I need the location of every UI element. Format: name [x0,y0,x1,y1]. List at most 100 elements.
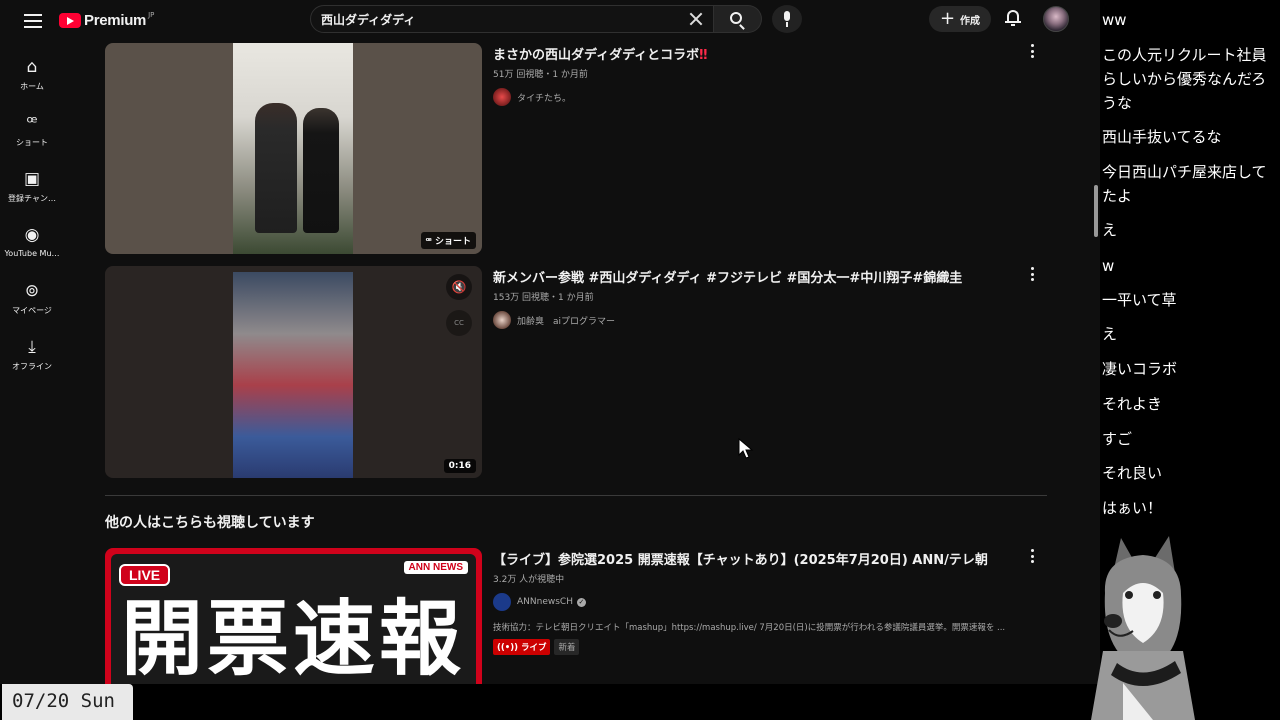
chat-message: すご [1102,430,1133,448]
youtube-window: Premium JP 西山ダディダディ + 作成 ⌂ ホーム ꟹ ショート ▣ … [0,0,1100,684]
search-icon [730,12,742,24]
home-icon: ⌂ [26,57,38,77]
video-views: 51万 回視聴・1 か月前 [493,70,588,80]
more-options-icon[interactable] [1025,43,1039,59]
account-icon: ⊚ [24,281,40,301]
shorts-icon: ꟹ [26,113,38,133]
channel-link[interactable]: 加齢臭 aiプログラマー [493,311,962,329]
channel-link[interactable]: タイチたち。 [493,88,707,106]
sidebar-item-label: 登録チャン… [8,194,56,203]
video-watching: 3.2万 人が視聴中 [493,575,565,585]
thumbnail-headline: 開票速報 [121,592,466,684]
scrollbar[interactable] [1094,185,1098,237]
chat-message: 今日西山パチ屋来店してたよ [1102,163,1267,205]
badge-label: ショート [434,237,471,247]
youtube-music-icon: ◉ [24,225,40,245]
thumbnail-image [233,272,353,478]
channel-link[interactable]: ANNnewsCH ✓ [493,593,1005,611]
captions-icon[interactable]: CC [446,310,472,336]
channel-avatar[interactable] [493,88,511,106]
husky-mascot-image [1091,536,1195,720]
video-title[interactable]: 新メンバー参戦 #西山ダディダディ #フジテレビ #国分太一#中川翔子#錦織圭 [493,267,962,286]
chat-message: ww [1102,11,1127,29]
shorts-badge: ꟹ ショート [420,232,476,249]
clear-search-icon[interactable] [687,10,705,28]
chat-message: え [1102,325,1118,343]
sidebar-item-home[interactable]: ⌂ ホーム [0,48,64,104]
live-badge-label: ライブ [520,643,547,653]
thumbnail-person [255,103,297,233]
sidebar-item-account[interactable]: ⊚ マイページ [0,272,64,328]
search-query: 西山ダディダディ [321,12,416,27]
download-icon: ⤓ [28,337,36,357]
chat-message: この人元リクルート社員らしいから優秀なんだろうな [1102,46,1267,112]
channel-avatar[interactable] [493,593,511,611]
section-divider [105,495,1047,496]
channel-name: タイチたち。 [517,93,572,104]
sidebar-item-label: オフライン [12,362,52,371]
video-meta: まさかの西山ダディダディとコラボ‼ 51万 回視聴・1 か月前 タイチたち。 [493,44,707,106]
sidebar-item-subscriptions[interactable]: ▣ 登録チャン… [0,160,64,216]
video-thumbnail[interactable]: ꟹ ショート [105,43,482,254]
create-button[interactable]: + 作成 [929,6,991,32]
create-label: 作成 [960,15,981,27]
sidebar: ⌂ ホーム ꟹ ショート ▣ 登録チャン… ◉ YouTube Mu… ⊚ マイ… [0,48,64,384]
notifications-bell-icon[interactable] [1005,9,1021,27]
sidebar-item-label: ショート [16,138,48,147]
region-label: JP [148,11,155,19]
more-options-icon[interactable] [1025,548,1039,564]
video-meta: 【ライブ】参院選2025 開票速報【チャットあり】(2025年7月20日) AN… [493,549,1005,655]
youtube-play-icon [59,12,81,28]
new-badge: 新着 [554,639,580,655]
avatar[interactable] [1043,6,1069,32]
chat-message: 凄いコラボ [1102,360,1178,378]
sidebar-item-offline[interactable]: ⤓ オフライン [0,328,64,384]
sidebar-item-label: マイページ [12,306,52,315]
microphone-stand [786,22,788,27]
more-options-icon[interactable] [1025,266,1039,282]
voice-search-button[interactable] [772,5,802,33]
video-description: 技術協力：テレビ朝日クリエイト「mashup」https://mashup.li… [493,623,1006,633]
chat-message: それ良い [1102,464,1163,482]
sidebar-item-youtube-music[interactable]: ◉ YouTube Mu… [0,216,64,272]
video-thumbnail[interactable]: 🔇 CC 0:16 [105,266,482,478]
chat-message: え [1102,221,1118,239]
thumbnail-ann-label: ANN NEWS [403,561,468,574]
subscriptions-icon: ▣ [23,169,41,189]
channel-name: ANNnewsCH [517,597,573,607]
menu-icon[interactable] [24,11,42,28]
thumbnail-image: LIVE ANN NEWS 開票速報 [111,554,476,684]
chat-message: それよき [1102,395,1163,413]
thumbnail-live-label: LIVE [119,564,171,586]
exclamation-emoji: ‼ [699,48,708,63]
search-bar: 西山ダディダディ [310,5,762,33]
mute-icon[interactable]: 🔇 [446,274,472,300]
search-input[interactable]: 西山ダディダディ [310,5,714,33]
chat-message: 一平いて草 [1102,291,1177,309]
search-button[interactable] [714,5,762,33]
youtube-premium-logo[interactable]: Premium JP [59,10,154,30]
live-badge: ((•)) ライブ [493,639,551,655]
video-views: 153万 回視聴・1 か月前 [493,293,594,303]
sidebar-item-label: YouTube Mu… [4,249,60,258]
section-title: 他の人はこちらも視聴しています [105,515,315,531]
video-title[interactable]: まさかの西山ダディダディとコラボ‼ [493,44,707,63]
video-meta: 新メンバー参戦 #西山ダディダディ #フジテレビ #国分太一#中川翔子#錦織圭 … [493,267,962,329]
plus-icon: + [939,8,956,29]
sidebar-item-label: ホーム [20,82,44,91]
chat-message: はぁい！ [1102,499,1163,517]
microphone-icon [784,11,790,21]
video-title[interactable]: 【ライブ】参院選2025 開票速報【チャットあり】(2025年7月20日) AN… [493,549,1005,568]
thumbnail-person [303,108,339,233]
verified-icon: ✓ [576,597,586,607]
chat-message: 西山手抜いてるな [1102,128,1222,146]
video-tags: ((•)) ライブ 新着 [493,639,1005,655]
channel-name: 加齢臭 aiプログラマー [517,316,616,327]
mouse-cursor-icon [738,437,754,459]
video-thumbnail[interactable]: LIVE ANN NEWS 開票速報 [105,548,482,684]
sidebar-item-shorts[interactable]: ꟹ ショート [0,104,64,160]
brand-label: Premium [84,11,147,29]
channel-avatar[interactable] [493,311,511,329]
video-title-text: まさかの西山ダディダディとコラボ [493,48,700,63]
date-overlay: 07/20 Sun [2,684,133,720]
